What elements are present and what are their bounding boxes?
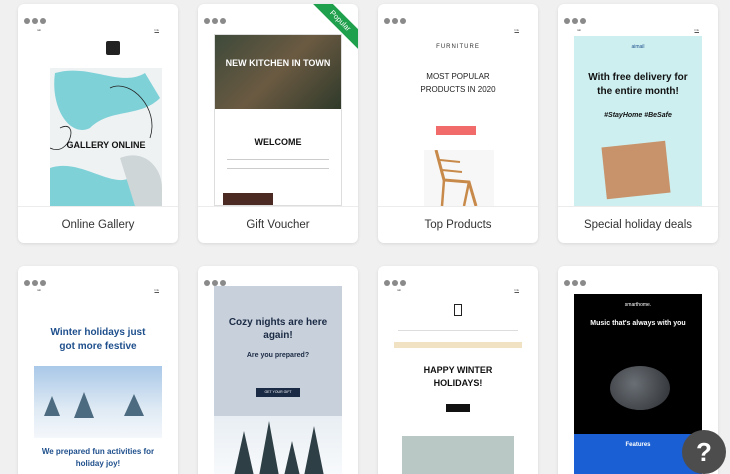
snow-village-image — [34, 366, 162, 438]
template-card-online-gallery[interactable]: tab link GALLERY ONLINE Online Gallery — [18, 4, 178, 243]
window-dots — [24, 273, 48, 286]
window-dots — [564, 273, 588, 286]
smarthome-logo: smarthome. — [624, 302, 652, 308]
headline: MOST POPULAR PRODUCTS IN 2020 — [420, 72, 496, 94]
window-dots — [384, 11, 408, 24]
brand-name: FURNITURE — [436, 44, 480, 50]
gift-button[interactable]: GET YOUR GIFT — [256, 388, 300, 397]
speaker-image — [610, 366, 670, 410]
food-image — [223, 193, 273, 205]
nav-bar — [398, 330, 518, 335]
template-preview: tab link aimail With free delivery for th… — [574, 26, 702, 206]
template-preview: NEW KITCHEN IN TOWN WELCOME — [214, 34, 342, 206]
template-card-special-holiday-deals[interactable]: tab link aimail With free delivery for th… — [558, 4, 718, 243]
template-card-cozy-nights[interactable]: Cozy nights are here again! Are you prep… — [198, 266, 358, 474]
gallery-title: GALLERY ONLINE — [66, 140, 146, 150]
template-preview: link FURNITURE MOST POPULAR PRODUCTS IN … — [394, 26, 522, 206]
hero-title: NEW KITCHEN IN TOWN — [225, 58, 331, 68]
window-dots — [384, 273, 408, 286]
tree-icon — [454, 304, 462, 316]
gallery-art: GALLERY ONLINE — [49, 68, 162, 206]
template-preview: Cozy nights are here again! Are you prep… — [214, 286, 342, 474]
template-card-gift-voucher[interactable]: Popular NEW KITCHEN IN TOWN WELCOME Gift… — [198, 4, 358, 243]
window-dots — [564, 11, 588, 24]
teal-panel: aimail With free delivery for the entire… — [574, 36, 702, 206]
template-card-top-products[interactable]: link FURNITURE MOST POPULAR PRODUCTS IN … — [378, 4, 538, 243]
forest-image — [214, 416, 342, 474]
logo-icon — [106, 41, 120, 55]
happy-headline: HAPPY WINTER HOLIDAYS! — [423, 365, 493, 388]
template-card-happy-winter[interactable]: tab link HAPPY WINTER HOLIDAYS! — [378, 266, 538, 474]
welcome-title: WELCOME — [254, 137, 302, 147]
beige-strip — [394, 342, 522, 348]
template-preview: tab link Winter holidays just got more fe… — [34, 286, 162, 474]
template-preview: tab link HAPPY WINTER HOLIDAYS! — [394, 286, 522, 474]
body-lines — [227, 159, 329, 169]
aimail-logo: aimail — [631, 44, 645, 50]
shop-button[interactable] — [436, 126, 476, 135]
card-label: Gift Voucher — [198, 206, 358, 243]
window-dots — [204, 273, 228, 286]
window-dots — [204, 11, 228, 24]
kitchen-hero: NEW KITCHEN IN TOWN — [215, 35, 341, 109]
help-button[interactable]: ? — [682, 430, 726, 474]
holiday-headline: With free delivery for the entire month! — [588, 72, 688, 97]
winter-footer: We prepared fun activities for holiday j… — [41, 447, 155, 468]
chair-image — [424, 149, 494, 206]
gifts-image — [402, 436, 514, 474]
template-card-winter-holidays[interactable]: tab link Winter holidays just got more fe… — [18, 266, 178, 474]
cozy-headline: Cozy nights are here again! — [228, 317, 328, 341]
box-image — [601, 140, 671, 200]
cozy-sub: Are you prepared? — [246, 352, 310, 359]
window-dots — [24, 11, 48, 24]
music-headline: Music that's always with you — [590, 320, 686, 327]
card-label: Online Gallery — [18, 206, 178, 243]
card-label: Special holiday deals — [558, 206, 718, 243]
card-label: Top Products — [378, 206, 538, 243]
winter-headline: Winter holidays just got more festive — [50, 327, 146, 352]
read-button[interactable] — [446, 404, 470, 412]
hashtags: #StayHome #BeSafe — [604, 112, 672, 119]
template-preview: tab link GALLERY ONLINE — [34, 26, 162, 206]
